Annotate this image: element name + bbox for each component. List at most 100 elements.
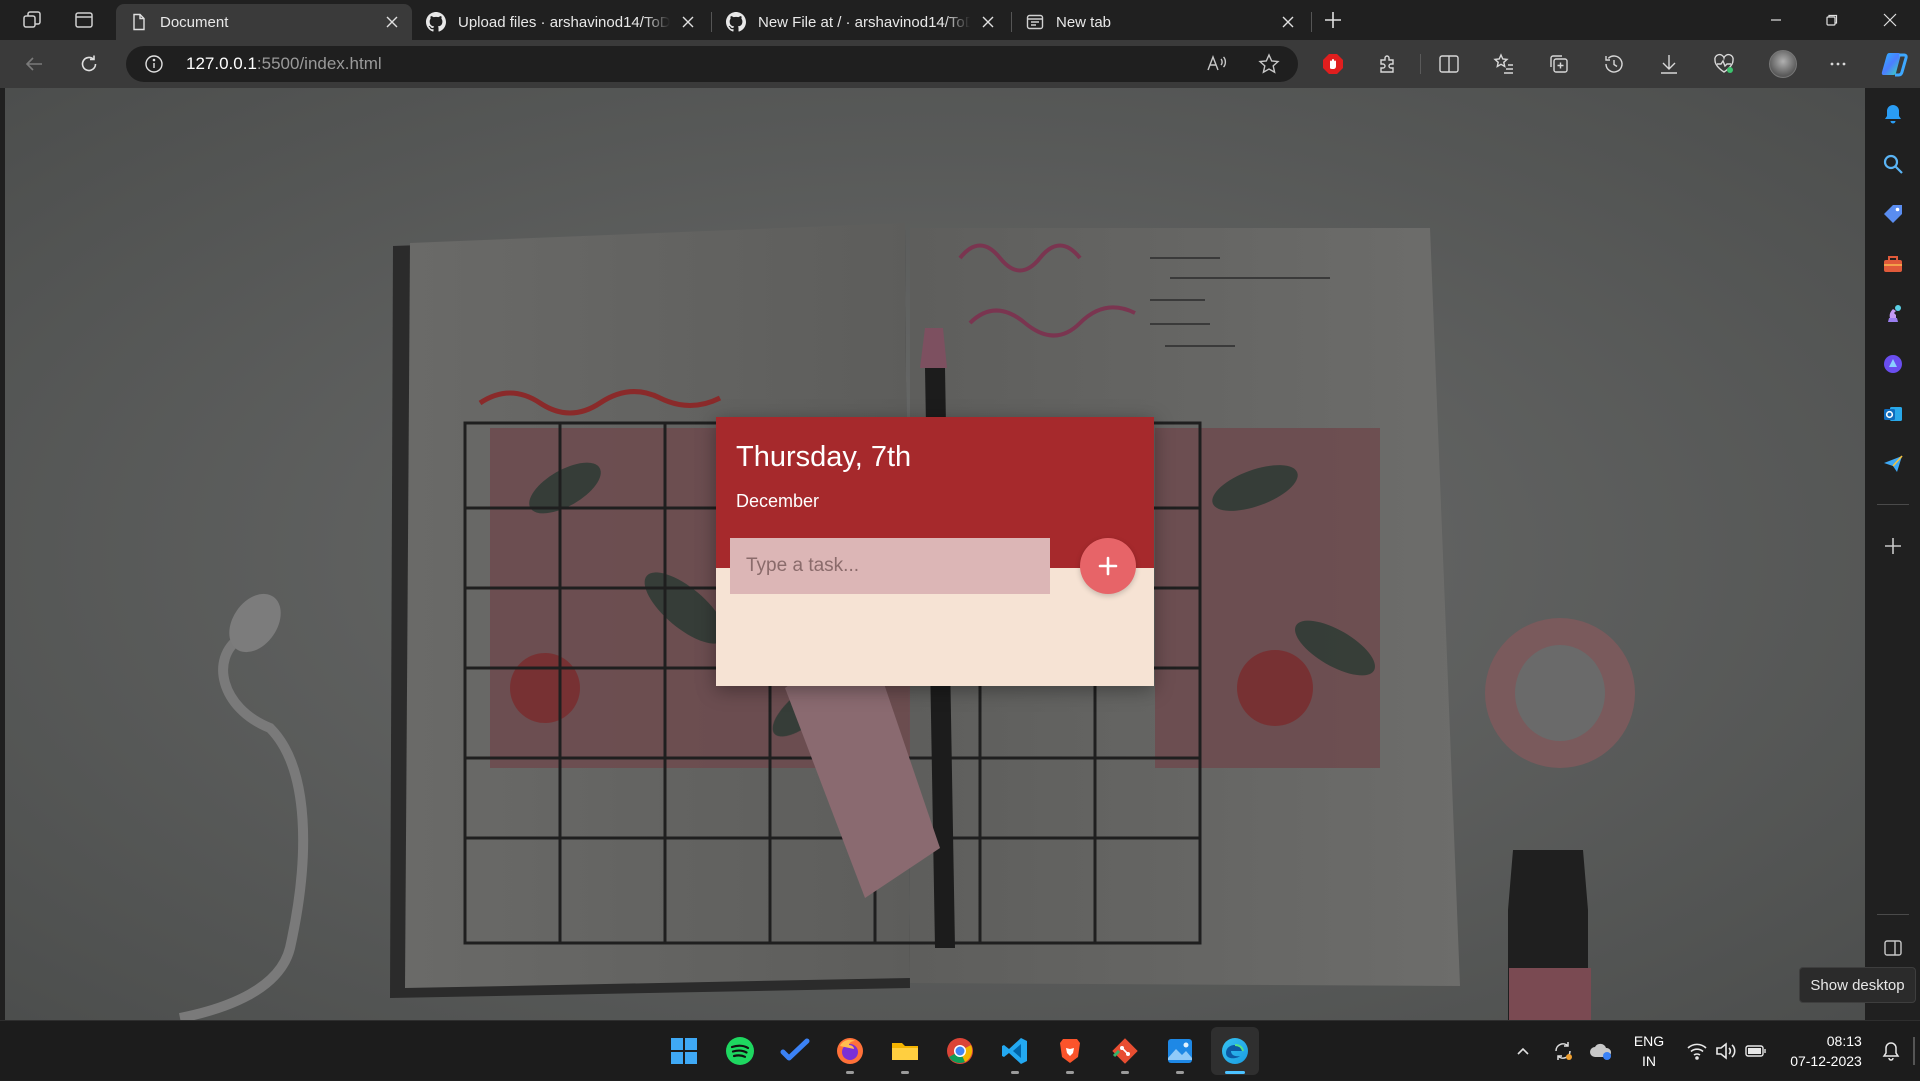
running-indicator: [1225, 1071, 1245, 1074]
more-dots-icon: [1830, 62, 1846, 66]
edge-icon: [1222, 1038, 1248, 1064]
tab-title: Document: [160, 13, 229, 31]
sidebar-hide-button[interactable]: [1875, 930, 1911, 966]
refresh-icon: [81, 55, 97, 72]
sidebar-designer[interactable]: [1875, 346, 1911, 382]
telegram-send-icon: [1884, 455, 1903, 472]
tray-sync[interactable]: [1548, 1021, 1578, 1081]
download-icon: [1661, 55, 1677, 74]
avatar: [1769, 50, 1797, 78]
star-icon: [1258, 53, 1280, 74]
favorites-button[interactable]: [1486, 46, 1522, 82]
split-screen-icon: [1439, 55, 1459, 73]
show-desktop-tooltip: Show desktop: [1799, 967, 1916, 1003]
copilot-button[interactable]: [1876, 46, 1912, 82]
heart-pulse-icon: [1714, 53, 1734, 73]
address-bar[interactable]: 127.0.0.1:5500/index.html: [126, 46, 1298, 82]
show-desktop-button[interactable]: [1913, 1037, 1915, 1065]
quick-settings-button[interactable]: [1682, 1021, 1772, 1081]
history-button[interactable]: [1596, 46, 1632, 82]
sidebar-games[interactable]: [1875, 296, 1911, 332]
sidebar-shopping[interactable]: [1875, 196, 1911, 232]
notification-bell-icon: [1885, 105, 1901, 124]
copilot-designer-icon: [1884, 355, 1902, 373]
taskbar-photos[interactable]: [1156, 1027, 1204, 1075]
profile-button[interactable]: [1765, 46, 1801, 82]
taskbar-firefox[interactable]: [826, 1027, 874, 1075]
toolbox-icon: [1884, 256, 1902, 272]
sidebar-add[interactable]: [1875, 528, 1911, 564]
tab-close-button[interactable]: [1278, 12, 1298, 32]
close-window-button[interactable]: [1862, 0, 1918, 40]
collections-button[interactable]: [1541, 46, 1577, 82]
search-icon: [1883, 154, 1903, 174]
onedrive-cloud-icon: [1590, 1043, 1612, 1060]
workspaces-button[interactable]: [12, 4, 52, 36]
taskbar-edge[interactable]: [1211, 1027, 1259, 1075]
plus-icon: [1325, 12, 1341, 28]
sidebar-tools[interactable]: [1875, 246, 1911, 282]
taskbar-spotify[interactable]: [716, 1027, 764, 1075]
url-text[interactable]: 127.0.0.1:5500/index.html: [186, 54, 382, 74]
browser-toolbar: 127.0.0.1:5500/index.html: [0, 40, 1920, 88]
sidebar-divider: [1877, 914, 1909, 915]
notification-center-button[interactable]: [1876, 1021, 1906, 1081]
extensions-button[interactable]: [1370, 46, 1406, 82]
close-icon: [1883, 13, 1897, 27]
sidebar-outlook[interactable]: [1875, 396, 1911, 432]
refresh-button[interactable]: [71, 46, 107, 82]
sidebar-notifications[interactable]: [1875, 96, 1911, 132]
running-indicator: [1176, 1071, 1184, 1074]
favorites-list-icon: [1493, 53, 1513, 74]
new-tab-page-icon: [1026, 14, 1044, 30]
site-info-button[interactable]: [144, 54, 164, 79]
git-icon: [1112, 1038, 1138, 1064]
vertical-tabs-button[interactable]: [64, 4, 104, 36]
sidebar-search[interactable]: [1875, 146, 1911, 182]
sidebar-send[interactable]: [1875, 446, 1911, 482]
taskbar-vscode[interactable]: [991, 1027, 1039, 1075]
taskbar-todo[interactable]: [771, 1027, 819, 1075]
read-aloud-button[interactable]: [1206, 53, 1228, 80]
restore-button[interactable]: [1804, 0, 1860, 40]
task-input[interactable]: [730, 538, 1050, 594]
downloads-button[interactable]: [1651, 46, 1687, 82]
favorite-star-button[interactable]: [1258, 53, 1280, 80]
tab-close-button[interactable]: [678, 12, 698, 32]
tab-document[interactable]: Document: [116, 4, 412, 40]
tab-new-tab[interactable]: New tab: [1012, 4, 1308, 40]
tab-close-button[interactable]: [978, 12, 998, 32]
tab-upload-files[interactable]: Upload files · arshavinod14/ToDo: [412, 4, 708, 40]
browser-essentials-button[interactable]: [1706, 46, 1742, 82]
tab-new-file[interactable]: New File at / · arshavinod14/ToDo: [712, 4, 1008, 40]
adblock-extension-button[interactable]: [1315, 46, 1351, 82]
outlook-icon: [1884, 407, 1902, 421]
tab-actions-icon: [75, 12, 93, 28]
wifi-icon: [1687, 1043, 1707, 1060]
tray-onedrive[interactable]: [1586, 1021, 1616, 1081]
tray-overflow-button[interactable]: [1508, 1021, 1538, 1081]
new-tab-button[interactable]: [1313, 4, 1353, 36]
taskbar-file-explorer[interactable]: [881, 1027, 929, 1075]
toolbar-divider: [1420, 54, 1421, 74]
language-code: ENG: [1633, 1033, 1665, 1049]
taskbar-brave[interactable]: [1046, 1027, 1094, 1075]
puzzle-icon: [1380, 55, 1394, 73]
language-indicator[interactable]: ENG IN: [1626, 1021, 1672, 1081]
split-screen-button[interactable]: [1431, 46, 1467, 82]
tab-close-button[interactable]: [382, 12, 402, 32]
page-viewport: Thursday, 7th December: [5, 88, 1865, 1020]
collections-icon: [1550, 55, 1568, 73]
start-button[interactable]: [660, 1027, 708, 1075]
history-icon: [1605, 55, 1623, 73]
close-icon: [682, 16, 694, 28]
running-indicator: [1066, 1071, 1074, 1074]
minimize-button[interactable]: [1748, 0, 1804, 40]
back-button[interactable]: [16, 46, 52, 82]
taskbar-chrome[interactable]: [936, 1027, 984, 1075]
chevron-up-icon: [1517, 1047, 1529, 1055]
taskbar-git[interactable]: [1101, 1027, 1149, 1075]
settings-menu-button[interactable]: [1820, 46, 1856, 82]
clock[interactable]: 08:13 07-12-2023: [1778, 1021, 1874, 1081]
add-task-button[interactable]: [1080, 538, 1136, 594]
